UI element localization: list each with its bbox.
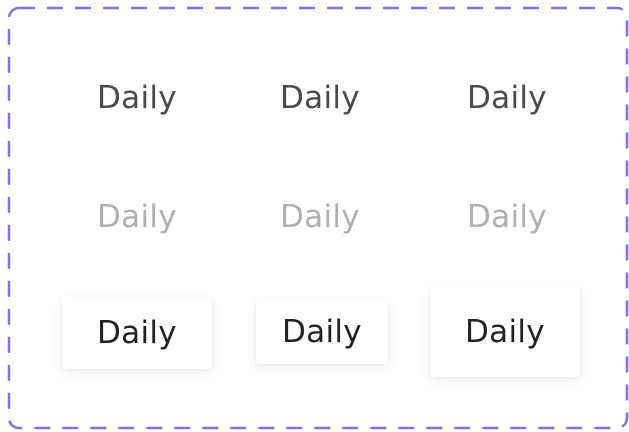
button-variants-grid: Daily Daily Daily Daily Daily Daily Dail…	[0, 0, 629, 432]
daily-button-default-2[interactable]: Daily	[245, 63, 395, 133]
daily-button-default-3[interactable]: Daily	[432, 63, 582, 133]
component-sheet: Daily Daily Daily Daily Daily Daily Dail…	[0, 0, 629, 432]
daily-button-default-1[interactable]: Daily	[62, 63, 212, 133]
daily-button-disabled-1: Daily	[97, 199, 177, 235]
daily-button-disabled-3: Daily	[467, 199, 547, 235]
daily-button-elevated-3[interactable]: Daily	[430, 287, 580, 377]
daily-button-disabled-2: Daily	[280, 199, 360, 235]
daily-button-elevated-1[interactable]: Daily	[62, 297, 212, 369]
daily-button-elevated-2[interactable]: Daily	[256, 300, 388, 364]
